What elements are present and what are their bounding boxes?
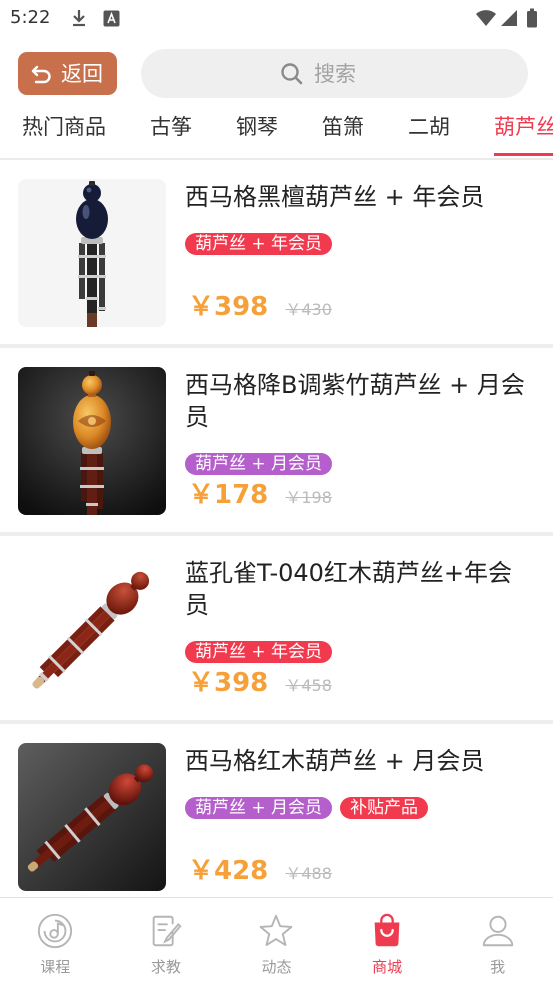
product-card[interactable]: 西马格红木葫芦丝 + 月会员 葫芦丝 + 月会员 补贴产品 ￥428 ￥488	[0, 724, 553, 897]
product-info: 蓝孔雀T-040红木葫芦丝+年会员 葫芦丝 + 年会员 ￥398 ￥458	[185, 557, 535, 703]
tab-guzheng[interactable]: 古筝	[150, 108, 192, 158]
status-time: 5:22	[10, 7, 51, 28]
product-card[interactable]: 西马格降B调紫竹葫芦丝 + 月会员 葫芦丝 + 月会员 ￥178 ￥198	[0, 348, 553, 532]
search-input[interactable]	[314, 61, 514, 86]
edit-document-icon	[147, 912, 185, 950]
product-list: 西马格黑檀葫芦丝 + 年会员 葫芦丝 + 年会员 ￥398 ￥430 西马格降B…	[0, 160, 553, 897]
download-icon	[70, 9, 88, 27]
active-tab-indicator	[494, 153, 553, 156]
tab-label: 葫芦丝	[494, 115, 553, 139]
product-title: 西马格黑檀葫芦丝 + 年会员	[185, 183, 485, 211]
back-button-label: 返回	[61, 61, 103, 86]
wifi-icon	[475, 9, 497, 27]
app-screen: 5:22 返回 热门商品 古筝 钢琴 笛箫 二胡	[0, 0, 553, 984]
product-tag: 葫芦丝 + 年会员	[185, 233, 333, 255]
subsidy-tag: 补贴产品	[340, 797, 429, 819]
nav-label: 商城	[372, 958, 403, 976]
product-tags: 葫芦丝 + 年会员	[185, 233, 535, 255]
product-card[interactable]: 西马格黑檀葫芦丝 + 年会员 葫芦丝 + 年会员 ￥398 ￥430	[0, 160, 553, 344]
product-tags: 葫芦丝 + 年会员	[185, 641, 535, 663]
product-info: 西马格黑檀葫芦丝 + 年会员 葫芦丝 + 年会员 ￥398 ￥430	[185, 181, 535, 327]
price-row: ￥178 ￥198	[188, 478, 332, 515]
nav-item-mall[interactable]: 商城	[332, 898, 443, 984]
course-disc-icon	[36, 912, 74, 950]
tab-hulusi[interactable]: 葫芦丝	[494, 108, 553, 158]
product-tags: 葫芦丝 + 月会员	[185, 453, 535, 475]
original-price: ￥430	[285, 300, 332, 319]
tab-label: 笛箫	[322, 115, 364, 139]
category-tabs: 热门商品 古筝 钢琴 笛箫 二胡 葫芦丝	[0, 108, 553, 160]
bottom-nav: 课程 求教 动态 商城 我	[0, 897, 553, 984]
battery-icon	[526, 8, 538, 28]
return-arrow-icon	[29, 62, 53, 86]
product-image	[18, 555, 166, 703]
original-price: ￥198	[285, 488, 332, 507]
nav-label: 我	[490, 958, 506, 976]
shopping-bag-icon	[368, 912, 406, 950]
product-image	[18, 743, 166, 891]
nav-label: 动态	[261, 958, 292, 976]
nav-item-course[interactable]: 课程	[0, 898, 111, 984]
a-icon	[103, 10, 120, 27]
product-image	[18, 179, 166, 327]
price-row: ￥398 ￥458	[188, 666, 332, 703]
nav-item-feed[interactable]: 动态	[221, 898, 332, 984]
product-tag: 葫芦丝 + 月会员	[185, 797, 333, 819]
tab-hot-products[interactable]: 热门商品	[22, 108, 106, 158]
product-price: ￥428	[188, 856, 269, 886]
nav-label: 课程	[40, 958, 71, 976]
star-icon	[257, 912, 295, 950]
product-image	[18, 367, 166, 515]
product-tag: 葫芦丝 + 月会员	[185, 453, 333, 475]
price-row: ￥398 ￥430	[188, 290, 332, 327]
nav-label: 求教	[150, 958, 181, 976]
search-bar[interactable]	[141, 49, 528, 98]
back-button[interactable]: 返回	[18, 52, 117, 95]
tab-label: 二胡	[408, 115, 450, 139]
product-tag: 葫芦丝 + 年会员	[185, 641, 333, 663]
original-price: ￥458	[285, 676, 332, 695]
tab-label: 钢琴	[236, 115, 278, 139]
original-price: ￥488	[285, 864, 332, 883]
product-title: 蓝孔雀T-040红木葫芦丝+年会员	[185, 559, 513, 619]
tab-piano[interactable]: 钢琴	[236, 108, 278, 158]
product-card[interactable]: 蓝孔雀T-040红木葫芦丝+年会员 葫芦丝 + 年会员 ￥398 ￥458	[0, 536, 553, 720]
price-row: ￥428 ￥488	[188, 854, 332, 891]
person-icon	[479, 912, 517, 950]
product-tags: 葫芦丝 + 月会员 补贴产品	[185, 797, 535, 819]
status-bar: 5:22	[0, 0, 553, 36]
tab-flute[interactable]: 笛箫	[322, 108, 364, 158]
search-icon	[280, 62, 303, 85]
signal-icon	[500, 9, 518, 27]
product-price: ￥178	[188, 480, 269, 510]
nav-item-me[interactable]: 我	[442, 898, 553, 984]
tab-label: 热门商品	[22, 115, 106, 139]
tab-erhu[interactable]: 二胡	[408, 108, 450, 158]
product-info: 西马格红木葫芦丝 + 月会员 葫芦丝 + 月会员 补贴产品 ￥428 ￥488	[185, 745, 535, 891]
product-price: ￥398	[188, 668, 269, 698]
product-title: 西马格降B调紫竹葫芦丝 + 月会员	[185, 371, 525, 431]
product-title: 西马格红木葫芦丝 + 月会员	[185, 747, 485, 775]
product-info: 西马格降B调紫竹葫芦丝 + 月会员 葫芦丝 + 月会员 ￥178 ￥198	[185, 369, 535, 515]
product-price: ￥398	[188, 292, 269, 322]
tab-label: 古筝	[150, 115, 192, 139]
nav-item-ask[interactable]: 求教	[111, 898, 222, 984]
